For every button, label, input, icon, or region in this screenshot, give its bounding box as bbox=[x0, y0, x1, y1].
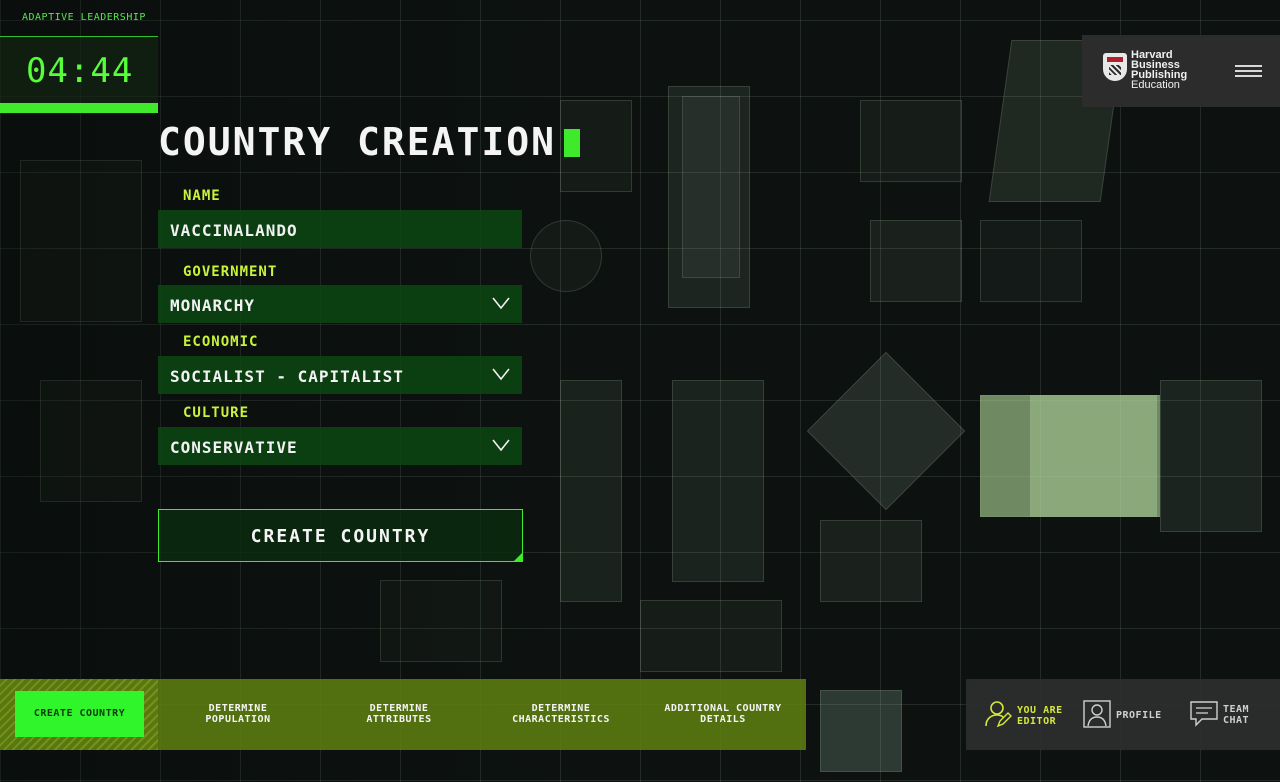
create-country-button[interactable]: CREATE COUNTRY bbox=[158, 509, 523, 562]
government-label: GOVERNMENT bbox=[183, 264, 278, 280]
step-line-2: DETAILS bbox=[700, 714, 746, 725]
chat-line-1: TEAM bbox=[1223, 704, 1250, 715]
menu-icon[interactable] bbox=[1235, 65, 1262, 77]
step-line-2: POPULATION bbox=[205, 714, 271, 725]
economic-select[interactable]: SOCIALIST - CAPITALIST bbox=[158, 356, 522, 394]
culture-select[interactable]: CONSERVATIVE bbox=[158, 427, 522, 465]
chevron-down-icon bbox=[492, 439, 510, 452]
timer-value: 04:44 bbox=[26, 51, 134, 91]
culture-select-value: CONSERVATIVE bbox=[170, 438, 298, 457]
name-input[interactable]: VACCINALANDO bbox=[158, 210, 522, 248]
button-corner-accent bbox=[513, 552, 523, 562]
countdown-timer: 04:44 bbox=[0, 36, 158, 113]
chevron-down-icon bbox=[492, 368, 510, 381]
step-determine-characteristics[interactable]: DETERMINE CHARACTERISTICS bbox=[481, 703, 641, 725]
government-select[interactable]: MONARCHY bbox=[158, 285, 522, 323]
name-label: NAME bbox=[183, 188, 221, 204]
brand-line-4: Education bbox=[1131, 79, 1180, 91]
team-chat-label: TEAM CHAT bbox=[1223, 704, 1249, 726]
step-determine-population[interactable]: DETERMINE POPULATION bbox=[158, 703, 318, 725]
app-title: ADAPTIVE LEADERSHIP bbox=[22, 12, 146, 23]
name-input-value: VACCINALANDO bbox=[170, 221, 298, 240]
economic-label: ECONOMIC bbox=[183, 334, 259, 350]
step-additional-details[interactable]: ADDITIONAL COUNTRY DETAILS bbox=[643, 703, 803, 725]
brand-panel: Harvard Business Publishing Education bbox=[1082, 35, 1280, 107]
hbp-shield-logo bbox=[1103, 53, 1127, 81]
editor-line-2: EDITOR bbox=[1017, 716, 1057, 727]
chat-line-2: CHAT bbox=[1223, 715, 1250, 726]
user-edit-icon bbox=[985, 701, 1012, 728]
profile-icon bbox=[1083, 700, 1111, 728]
timer-progress-bar bbox=[0, 103, 158, 113]
team-chat-button[interactable]: TEAM CHAT bbox=[1190, 700, 1280, 730]
create-country-button-label: CREATE COUNTRY bbox=[250, 526, 431, 547]
government-select-value: MONARCHY bbox=[170, 296, 256, 315]
editor-status-label: YOU ARE EDITOR bbox=[1017, 705, 1063, 727]
profile-label: PROFILE bbox=[1116, 710, 1162, 721]
user-panel: YOU ARE EDITOR PROFILE TEAM CHAT bbox=[966, 679, 1280, 750]
step-create-country-label: CREATE COUNTRY bbox=[33, 708, 126, 719]
economic-select-value: SOCIALIST - CAPITALIST bbox=[170, 367, 404, 386]
editor-status[interactable]: YOU ARE EDITOR bbox=[984, 700, 1084, 730]
page-title: COUNTRY CREATION bbox=[158, 120, 581, 164]
step-create-country[interactable]: CREATE COUNTRY bbox=[15, 691, 144, 737]
step-navigation: CREATE COUNTRY DETERMINE POPULATION DETE… bbox=[0, 679, 806, 750]
profile-button[interactable]: PROFILE bbox=[1083, 700, 1183, 730]
step-line-1: DETERMINE bbox=[369, 703, 429, 714]
editor-line-1: YOU ARE bbox=[1017, 705, 1063, 716]
chat-icon bbox=[1190, 701, 1218, 727]
step-line-1: DETERMINE bbox=[208, 703, 268, 714]
title-cursor bbox=[564, 129, 581, 157]
step-line-2: ATTRIBUTES bbox=[366, 714, 432, 725]
brand-logo-text: Harvard Business Publishing Education bbox=[1131, 50, 1211, 91]
step-line-1: ADDITIONAL COUNTRY bbox=[664, 703, 782, 714]
active-step-zone: CREATE COUNTRY bbox=[0, 679, 158, 750]
chevron-down-icon bbox=[492, 297, 510, 310]
step-determine-attributes[interactable]: DETERMINE ATTRIBUTES bbox=[319, 703, 479, 725]
step-line-1: DETERMINE bbox=[531, 703, 591, 714]
step-line-2: CHARACTERISTICS bbox=[512, 714, 610, 725]
page-title-text: COUNTRY CREATION bbox=[158, 120, 557, 164]
culture-label: CULTURE bbox=[183, 405, 250, 421]
